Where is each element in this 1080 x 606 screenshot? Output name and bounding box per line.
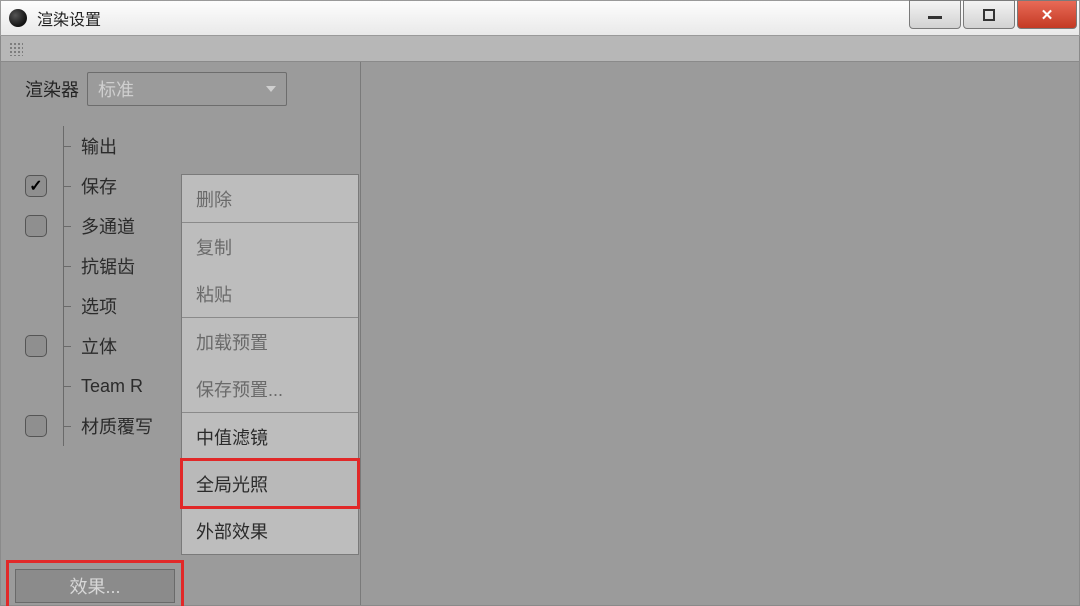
tree-line-icon <box>57 366 71 406</box>
grip-icon <box>9 42 23 56</box>
checkbox-mat-override[interactable] <box>25 415 47 437</box>
menu-item-global-illum[interactable]: 全局光照 <box>182 460 358 507</box>
checkbox-multipass[interactable] <box>25 215 47 237</box>
effects-button[interactable]: 效果... <box>15 569 175 603</box>
maximize-icon <box>983 9 995 21</box>
left-panel: 渲染器 标准 输出 保存 多通道 <box>1 62 361 605</box>
menu-item-copy[interactable]: 复制 <box>182 223 358 270</box>
checkbox-save[interactable] <box>25 175 47 197</box>
setting-label: Team R <box>81 376 143 397</box>
context-menu: 删除 复制 粘贴 加载预置 保存预置... 中值滤镜 全局光照 外部效果 <box>181 174 359 555</box>
menu-item-delete[interactable]: 删除 <box>182 175 358 222</box>
menu-item-load-preset[interactable]: 加载预置 <box>182 318 358 365</box>
window-title: 渲染设置 <box>37 6 101 30</box>
setting-label: 材质覆写 <box>81 413 153 439</box>
effects-button-label: 效果... <box>69 573 120 599</box>
titlebar: 渲染设置 ✕ <box>0 0 1080 36</box>
maximize-button[interactable] <box>963 0 1015 29</box>
minimize-icon <box>928 16 942 19</box>
menu-item-external-effect[interactable]: 外部效果 <box>182 507 358 554</box>
close-button[interactable]: ✕ <box>1017 0 1077 29</box>
renderer-row: 渲染器 标准 <box>1 62 360 112</box>
tree-line-icon <box>57 286 71 326</box>
tree-line-icon <box>57 326 71 366</box>
tree-line-icon <box>57 206 71 246</box>
setting-label: 多通道 <box>81 213 135 239</box>
app-icon <box>9 9 27 27</box>
chevron-down-icon <box>266 86 276 92</box>
minimize-button[interactable] <box>909 0 961 29</box>
menu-item-median-filter[interactable]: 中值滤镜 <box>182 413 358 460</box>
renderer-selected: 标准 <box>98 76 134 102</box>
tree-line-icon <box>57 126 71 166</box>
setting-row-output[interactable]: 输出 <box>1 126 360 166</box>
setting-label: 立体 <box>81 333 117 359</box>
main-area: 渲染器 标准 输出 保存 多通道 <box>0 62 1080 606</box>
setting-label: 抗锯齿 <box>81 253 135 279</box>
checkbox-stereo[interactable] <box>25 335 47 357</box>
menu-item-paste[interactable]: 粘贴 <box>182 270 358 317</box>
setting-label: 选项 <box>81 293 117 319</box>
right-panel <box>361 62 1079 605</box>
setting-label: 保存 <box>81 173 117 199</box>
tree-line-icon <box>57 166 71 206</box>
close-icon: ✕ <box>1041 6 1054 24</box>
renderer-dropdown[interactable]: 标准 <box>87 72 287 106</box>
renderer-label: 渲染器 <box>25 76 79 102</box>
tree-line-icon <box>57 406 71 446</box>
toolbar <box>0 36 1080 62</box>
tree-line-icon <box>57 246 71 286</box>
menu-item-save-preset[interactable]: 保存预置... <box>182 365 358 412</box>
setting-label: 输出 <box>81 133 117 159</box>
window-controls: ✕ <box>909 1 1079 35</box>
